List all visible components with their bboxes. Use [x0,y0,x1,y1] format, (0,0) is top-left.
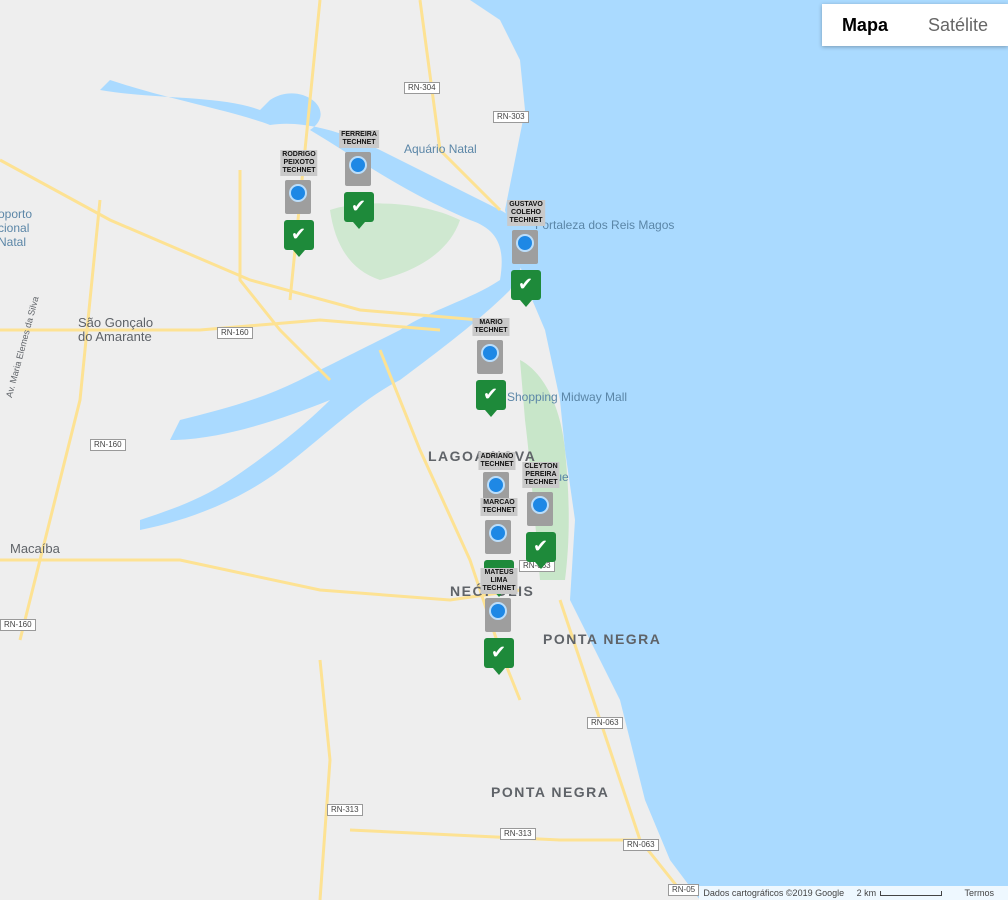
road-shield: RN-063 [623,839,659,851]
technician-name: MARIO TECHNET [472,318,510,336]
label-ponta-negra-2[interactable]: PONTA NEGRA [491,784,609,800]
technician-pin[interactable]: RODRIGO PEIXOTO TECHNET ✔ [280,150,318,257]
map-terms-link[interactable]: Termos [964,888,994,898]
label-aeroporto[interactable]: oporto cional Natal [0,207,32,249]
scale-bar-icon [880,891,943,897]
label-fortaleza[interactable]: Fortaleza dos Reis Magos [535,218,674,232]
road-shield: RN-313 [500,828,536,840]
technician-icon [285,180,311,214]
technician-marker-icon: ✔ [526,532,556,569]
road-shield: RN-05 [668,884,700,896]
technician-icon [512,230,538,264]
technician-name: CLEYTON PEREIRA TECHNET [522,462,560,488]
technician-pin[interactable]: MARIO TECHNET ✔ [472,318,510,417]
technician-marker-icon: ✔ [484,638,514,675]
technician-pin[interactable]: GUSTAVO COLEHO TECHNET ✔ [507,200,545,307]
technician-name: RODRIGO PEIXOTO TECHNET [280,150,318,176]
technician-name: ADRIANO TECHNET [478,452,516,470]
technician-icon [345,152,371,186]
technician-marker-icon: ✔ [511,270,541,307]
label-sao-goncalo[interactable]: São Gonçalo do Amarante [78,316,153,344]
technician-icon [527,492,553,526]
technician-name: MATEUS LIMA TECHNET [480,568,518,594]
road-shield: RN-063 [587,717,623,729]
label-midway[interactable]: Shopping Midway Mall [507,390,627,404]
map-type-control: Mapa Satélite [821,4,1008,46]
map-type-satelite-button[interactable]: Satélite [908,4,1008,46]
road-shield: RN-160 [217,327,253,339]
technician-name: GUSTAVO COLEHO TECHNET [507,200,545,226]
technician-pin[interactable]: FERREIRA TECHNET ✔ [339,130,379,229]
road-shield: RN-160 [90,439,126,451]
road-shield: RN-303 [493,111,529,123]
map-footer: Dados cartográficos ©2019 Google 2 km Te… [699,886,1008,900]
road-shield: RN-313 [327,804,363,816]
road-shield: RN-160 [0,619,36,631]
technician-icon [485,598,511,632]
label-macaiba[interactable]: Macaíba [10,541,60,556]
map-type-mapa-button[interactable]: Mapa [822,4,908,46]
technician-icon [485,520,511,554]
label-aquario[interactable]: Aquário Natal [404,142,477,156]
technician-marker-icon: ✔ [284,220,314,257]
road-shield: RN-304 [404,82,440,94]
map-data-attribution[interactable]: Dados cartográficos ©2019 Google [703,888,844,898]
label-ponta-negra-1[interactable]: PONTA NEGRA [543,631,661,647]
technician-icon [477,340,503,374]
technician-name: MARCAO TECHNET [480,498,518,516]
map-scale[interactable]: 2 km [857,888,953,898]
technician-marker-icon: ✔ [344,192,374,229]
scale-label: 2 km [856,888,877,898]
technician-marker-icon: ✔ [476,380,506,417]
technician-pin[interactable]: MATEUS LIMA TECHNET ✔ [480,568,518,675]
technician-name: FERREIRA TECHNET [339,130,379,148]
technician-pin[interactable]: CLEYTON PEREIRA TECHNET ✔ [522,462,560,569]
